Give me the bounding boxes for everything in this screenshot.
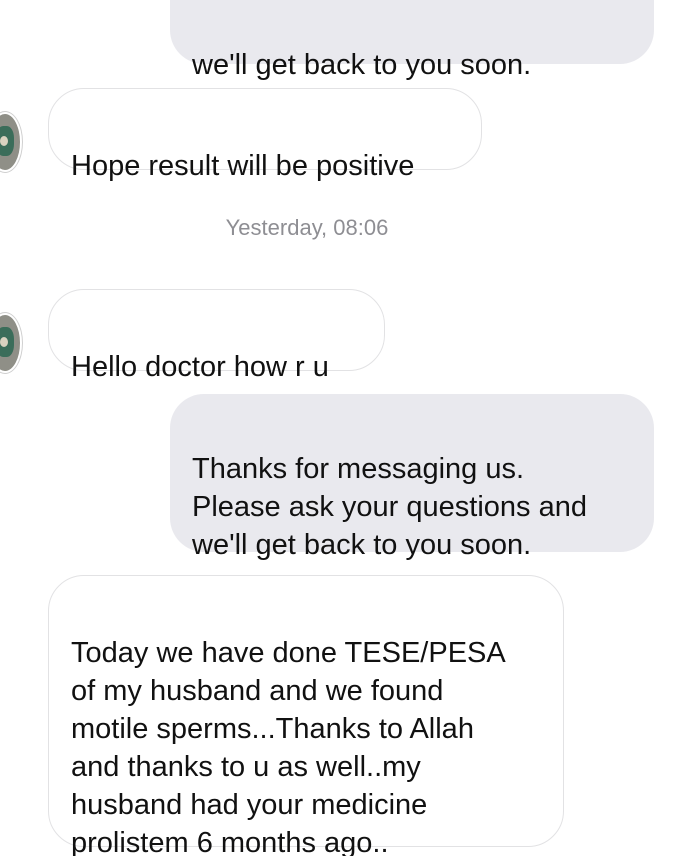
message-text: Hope result will be positive (71, 150, 415, 182)
message-bubble-outgoing[interactable]: Thanks for messaging us. Please ask your… (170, 394, 654, 561)
avatar-icon[interactable] (0, 112, 22, 172)
message-bubble-incoming[interactable]: Hope result will be positive (48, 88, 482, 182)
message-text: we'll get back to you soon. (192, 49, 532, 81)
message-text: Today we have done TESE/PESA of my husba… (71, 637, 506, 856)
message-bubble-incoming[interactable]: Today we have done TESE/PESA of my husba… (48, 575, 564, 856)
message-text: Hello doctor how r u (71, 351, 329, 383)
avatar-icon[interactable] (0, 313, 22, 373)
message-text: Thanks for messaging us. Please ask your… (192, 453, 587, 561)
message-bubble-outgoing[interactable]: we'll get back to you soon. (170, 0, 654, 81)
message-bubble-incoming[interactable]: Hello doctor how r u (48, 289, 385, 383)
message-thread: we'll get back to you soon. Hope result … (0, 0, 684, 856)
timestamp: Yesterday, 08:06 (225, 215, 389, 240)
